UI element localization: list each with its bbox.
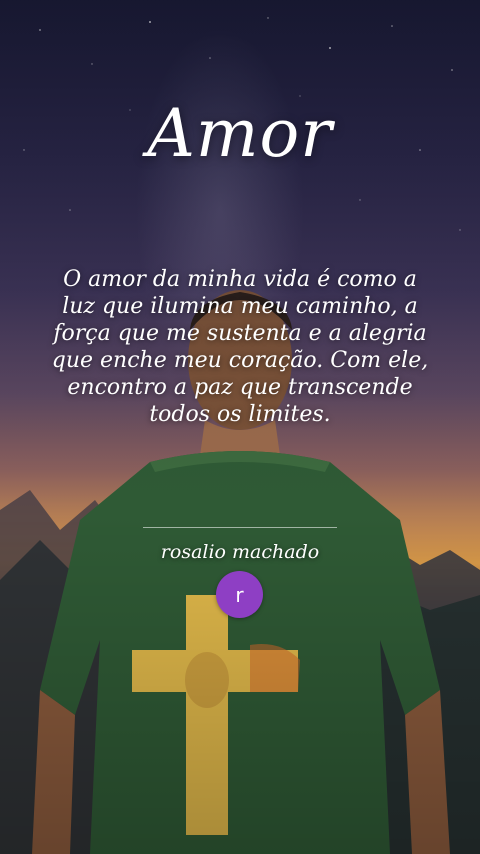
post-title: Amor bbox=[147, 95, 333, 172]
author-avatar[interactable]: r bbox=[216, 571, 263, 618]
divider bbox=[143, 527, 337, 528]
author-name[interactable]: rosalio machado bbox=[0, 541, 480, 563]
quote-text: O amor da minha vida é como a luz que il… bbox=[51, 267, 429, 427]
